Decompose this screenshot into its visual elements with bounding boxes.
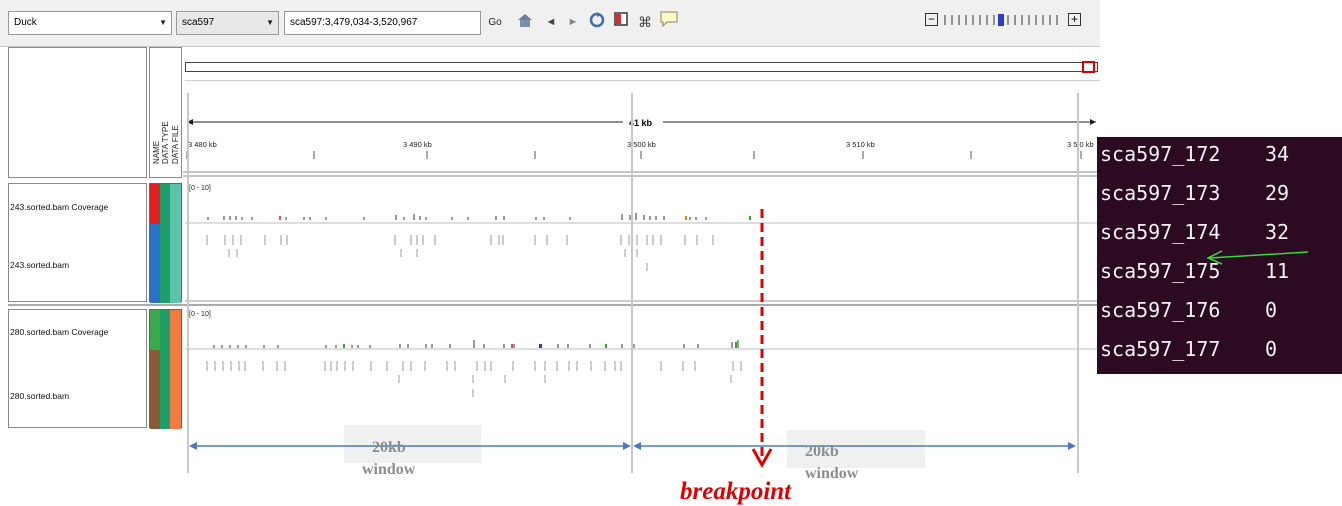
ruler-tick-label: 3 5 0 kb — [1067, 140, 1094, 149]
window-arrows — [189, 442, 1076, 450]
region-navigator-icon[interactable] — [610, 11, 632, 33]
window-text: window — [805, 465, 859, 482]
track-data-area[interactable]: [0 - 10] — [185, 183, 1100, 302]
attr-color-cell — [150, 224, 160, 303]
attr-color-cell — [160, 184, 170, 303]
read-count: 0 — [1265, 337, 1278, 361]
chevron-down-icon: ▼ — [159, 18, 167, 27]
window-text: window — [362, 461, 416, 478]
ruler[interactable] — [183, 96, 1101, 180]
go-button[interactable]: Go — [484, 13, 506, 33]
current-region-marker — [1082, 61, 1095, 73]
read-count: 29 — [1265, 181, 1290, 205]
terminal-row: sca597_172 34 — [1097, 137, 1342, 174]
track-2-reads — [185, 340, 1100, 397]
scaffold-window-name: sca597_174 — [1100, 220, 1221, 244]
attr-color-cell — [150, 184, 160, 224]
attr-datatype-label: DATA TYPE — [161, 121, 170, 164]
window-boundary-line — [1077, 93, 1079, 473]
chevron-down-icon: ▼ — [266, 18, 274, 27]
window-label: 20kb window — [805, 441, 858, 485]
attr-color-cell — [150, 350, 160, 429]
zoom-in-icon[interactable]: + — [1068, 13, 1081, 26]
zoom-slider-thumb — [998, 14, 1004, 26]
coverage-track-name[interactable]: 243.sorted.bam Coverage — [10, 202, 108, 212]
window-boundary-line — [631, 93, 633, 473]
locus-input[interactable]: sca597:3,479,034-3,520,967 — [284, 11, 481, 35]
ideogram-divider — [185, 80, 1100, 81]
alignment-track-name[interactable]: 243.sorted.bam — [10, 260, 69, 270]
read-count: 0 — [1265, 298, 1278, 322]
terminal-panel: sca597_172 34 sca597_173 29 sca597_174 3… — [1097, 137, 1342, 374]
read-count: 34 — [1265, 142, 1290, 166]
terminal-row: sca597_176 0 — [1097, 293, 1342, 330]
window-size-text: 20kb — [372, 439, 406, 456]
refresh-icon[interactable] — [586, 11, 608, 33]
terminal-row: sca597_173 29 — [1097, 176, 1342, 213]
toolbar: Duck ▼ sca597 ▼ sca597:3,479,034-3,520,9… — [0, 0, 1100, 47]
genome-value: Duck — [14, 17, 37, 28]
scaffold-window-name: sca597_172 — [1100, 142, 1221, 166]
genome-dropdown[interactable]: Duck ▼ — [8, 11, 172, 35]
coverage-range: [0 - 10] — [189, 185, 211, 192]
home-icon[interactable] — [514, 11, 536, 33]
chromosome-ideogram[interactable] — [185, 62, 1098, 72]
back-arrow-icon[interactable]: ◄ — [540, 11, 562, 33]
zoom-slider[interactable] — [943, 14, 1063, 26]
pointer-arrow-icon — [1206, 250, 1309, 265]
track-attribute-panel — [149, 183, 182, 303]
coverage-track-name[interactable]: 280.sorted.bam Coverage — [10, 327, 108, 337]
attr-datafile-label: DATA FILE — [171, 125, 180, 164]
ruler-tick-label: 3 510 kb — [846, 140, 875, 149]
window-size-text: 20kb — [805, 443, 839, 460]
header-name-panel — [8, 47, 147, 178]
alignment-track-name[interactable]: 280.sorted.bam — [10, 391, 69, 401]
window-label: 20kb window — [362, 437, 415, 481]
terminal-row: sca597_177 0 — [1097, 332, 1342, 369]
attr-color-cell — [170, 310, 181, 429]
scaffold-window-name: sca597_176 — [1100, 298, 1221, 322]
track-name-panel: 243.sorted.bam Coverage 243.sorted.bam — [8, 183, 147, 302]
attr-name-label: NAME — [152, 140, 161, 164]
popup-text-icon[interactable] — [658, 11, 680, 33]
scaffold-window-name: sca597_177 — [1100, 337, 1221, 361]
ruler-tick-label: 3 480 kb — [188, 140, 217, 149]
window-boundary-line — [187, 93, 189, 473]
coverage-range: [0 - 10] — [189, 311, 211, 318]
ruler-tick-label: 3 490 kb — [403, 140, 432, 149]
chromosome-dropdown[interactable]: sca597 ▼ — [176, 11, 279, 35]
zoom-widget[interactable]: − + — [925, 12, 1085, 32]
header-attribute-panel: NAME DATA TYPE DATA FILE — [149, 47, 182, 178]
zoom-out-icon[interactable]: − — [925, 13, 938, 26]
track-1-reads — [185, 213, 1100, 302]
track-separator — [8, 304, 1100, 306]
locus-value: sca597:3,479,034-3,520,967 — [290, 17, 418, 28]
read-count: 32 — [1265, 220, 1290, 244]
attr-color-cell — [160, 310, 170, 429]
forward-arrow-icon[interactable]: ► — [562, 11, 584, 33]
scaffold-window-name: sca597_173 — [1100, 181, 1221, 205]
attr-color-cell — [150, 310, 160, 350]
track-data-area[interactable]: [0 - 10] — [185, 309, 1100, 428]
track-attribute-panel — [149, 309, 182, 429]
resize-icon[interactable]: ⌘ — [634, 11, 656, 33]
attr-color-cell — [170, 184, 181, 303]
breakpoint-label: breakpoint — [680, 478, 792, 505]
track-name-panel: 280.sorted.bam Coverage 280.sorted.bam — [8, 309, 147, 428]
chromosome-value: sca597 — [182, 17, 215, 28]
breakpoint-arrow — [751, 209, 773, 469]
